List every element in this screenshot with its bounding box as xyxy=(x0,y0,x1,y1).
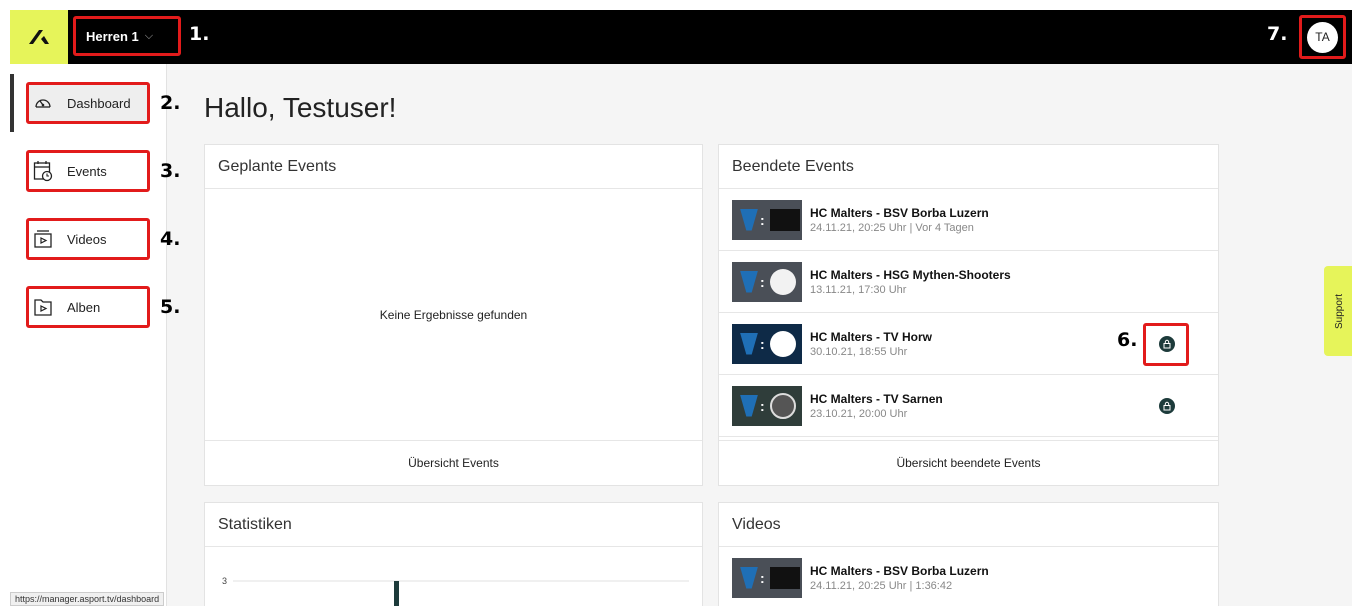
list-item[interactable]: : HC Malters - BSV Borba Luzern 24.11.21… xyxy=(719,547,1218,606)
statistics-chart xyxy=(233,580,689,606)
list-item[interactable]: : HC Malters - HSG Mythen-Shooters 13.11… xyxy=(719,251,1218,313)
video-thumbnail: : xyxy=(732,557,802,598)
event-subtitle: 30.10.21, 18:55 Uhr xyxy=(810,345,908,358)
list-item[interactable]: : HC Malters - TV Sarnen 23.10.21, 20:00… xyxy=(719,375,1218,437)
list-item[interactable]: : HC Malters - BSV Borba Luzern 24.11.21… xyxy=(719,189,1218,251)
event-subtitle: 13.11.21, 17:30 Uhr xyxy=(810,283,907,296)
app-frame: Herren 1 ⌵ 1. 7. TA Dashboard Events Vid… xyxy=(10,10,1352,606)
event-title: HC Malters - BSV Borba Luzern xyxy=(810,205,989,220)
lock-icon[interactable] xyxy=(1159,398,1175,414)
events-overview-link[interactable]: Übersicht Events xyxy=(205,440,702,485)
list-item[interactable]: : HC Malters - TV Horw 30.10.21, 18:55 U… xyxy=(719,313,1218,375)
video-title: HC Malters - BSV Borba Luzern xyxy=(810,563,989,578)
status-url: https://manager.asport.tv/dashboard xyxy=(10,592,165,606)
support-label: Support xyxy=(1334,293,1346,329)
user-menu[interactable]: TA xyxy=(1299,15,1346,59)
event-subtitle: 23.10.21, 20:00 Uhr xyxy=(810,407,908,420)
support-tab[interactable]: Support xyxy=(1324,266,1352,356)
sidebar-item-label: Videos xyxy=(67,231,107,247)
event-thumbnail: : xyxy=(732,385,802,426)
empty-state: Keine Ergebnisse gefunden xyxy=(379,307,528,322)
annotation-marker-3: 3. xyxy=(160,160,181,182)
finished-events-card: Beendete Events : HC Malters - BSV Borba… xyxy=(718,144,1219,486)
video-subtitle: 24.11.21, 20:25 Uhr | 1:36:42 xyxy=(810,579,953,592)
card-title: Geplante Events xyxy=(205,145,702,189)
event-title: HC Malters - TV Sarnen xyxy=(810,391,943,406)
team-selector-label: Herren 1 xyxy=(86,28,139,44)
statistics-card: Statistiken 3 xyxy=(204,502,703,606)
annotation-marker-6: 6. xyxy=(1117,329,1138,351)
chevron-down-icon: ⌵ xyxy=(144,29,154,42)
sidebar-item-events[interactable]: Events xyxy=(26,150,150,192)
calendar-clock-icon xyxy=(33,161,53,182)
sidebar-item-videos[interactable]: Videos xyxy=(26,218,150,260)
page-title: Hallo, Testuser! xyxy=(204,92,397,123)
logo[interactable] xyxy=(10,10,68,64)
planned-events-card: Geplante Events Keine Ergebnisse gefunde… xyxy=(204,144,703,486)
sidebar-item-alben[interactable]: Alben xyxy=(26,286,150,328)
sidebar-item-dashboard[interactable]: Dashboard xyxy=(26,82,150,124)
finished-events-overview-link[interactable]: Übersicht beendete Events xyxy=(719,440,1218,485)
annotation-marker-7: 7. xyxy=(1267,23,1288,45)
annotation-marker-4: 4. xyxy=(160,228,181,250)
event-thumbnail: : xyxy=(732,199,802,240)
event-thumbnail: : xyxy=(732,261,802,302)
event-thumbnail: : xyxy=(732,323,802,364)
avatar[interactable]: TA xyxy=(1307,21,1338,53)
annotation-marker-1: 1. xyxy=(189,23,210,45)
top-bar: Herren 1 ⌵ 1. 7. TA xyxy=(10,10,1352,64)
folder-play-icon xyxy=(34,299,52,316)
annotation-marker-2: 2. xyxy=(160,92,181,114)
sidebar-item-label: Dashboard xyxy=(67,95,131,111)
lock-icon[interactable] xyxy=(1159,336,1175,352)
sidebar-item-label: Events xyxy=(67,163,107,179)
videos-card: Videos : HC Malters - BSV Borba Luzern 2… xyxy=(718,502,1219,606)
annotation-marker-5: 5. xyxy=(160,296,181,318)
chart-bar xyxy=(394,581,399,606)
team-selector[interactable]: Herren 1 ⌵ xyxy=(73,16,181,56)
card-title: Beendete Events xyxy=(719,145,1218,189)
card-title: Videos xyxy=(719,503,1218,547)
sidebar-item-label: Alben xyxy=(67,299,101,315)
event-subtitle: 24.11.21, 20:25 Uhr | Vor 4 Tagen xyxy=(810,221,974,234)
card-title: Statistiken xyxy=(205,503,702,547)
active-indicator xyxy=(10,74,14,132)
logo-icon xyxy=(29,30,49,44)
gauge-icon xyxy=(35,99,51,108)
sidebar: Dashboard Events Videos Alben https://ma… xyxy=(10,64,167,606)
event-title: HC Malters - TV Horw xyxy=(810,329,933,344)
video-play-icon xyxy=(34,230,52,248)
event-title: HC Malters - HSG Mythen-Shooters xyxy=(810,267,1011,282)
y-tick-label: 3 xyxy=(222,576,228,586)
